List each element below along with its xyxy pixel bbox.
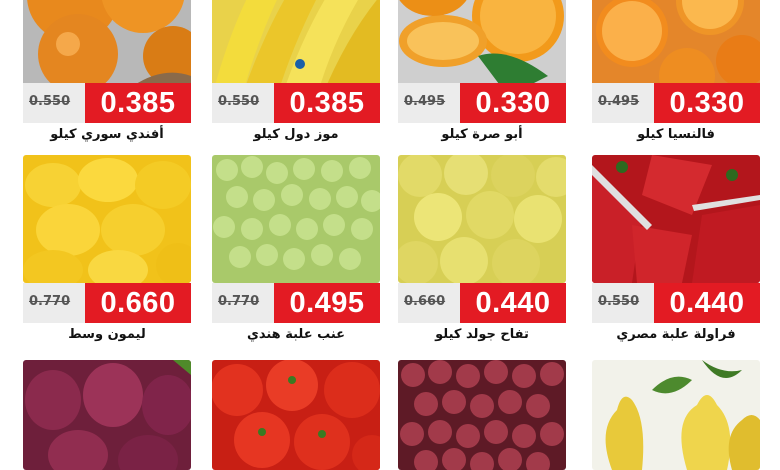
lemon-icon bbox=[23, 155, 191, 283]
product-name: ليمون وسط bbox=[68, 327, 146, 342]
sale-price: 0.330 bbox=[460, 83, 566, 123]
strawberry-icon bbox=[592, 155, 760, 283]
price-bar: 0.660 0.440 bbox=[398, 283, 566, 323]
price-bar: 0.550 0.385 bbox=[212, 83, 380, 123]
sale-price: 0.495 bbox=[274, 283, 380, 323]
valencia-orange-icon bbox=[592, 0, 760, 96]
product-name: فالنسيا كيلو bbox=[637, 127, 715, 142]
golden-apple-icon bbox=[398, 155, 566, 283]
sale-price: 0.330 bbox=[654, 83, 760, 123]
product-name: تفاح جولد كيلو bbox=[435, 327, 529, 342]
product-name: أبو صرة كيلو bbox=[441, 127, 523, 142]
old-price: 0.550 bbox=[598, 294, 640, 309]
sale-price: 0.440 bbox=[460, 283, 566, 323]
product-name: عنب علبة هندي bbox=[246, 327, 346, 342]
old-price: 0.550 bbox=[218, 94, 260, 109]
price-bar: 0.495 0.330 bbox=[398, 83, 566, 123]
pear-icon bbox=[592, 360, 760, 470]
navel-orange-icon bbox=[398, 0, 566, 96]
old-price: 0.770 bbox=[29, 294, 71, 309]
price-bar: 0.770 0.495 bbox=[212, 283, 380, 323]
sale-price: 0.385 bbox=[85, 83, 191, 123]
sale-price: 0.385 bbox=[274, 83, 380, 123]
price-bar: 0.770 0.660 bbox=[23, 283, 191, 323]
red-grapes-icon bbox=[398, 360, 566, 470]
product-name: أفندي سوري كيلو bbox=[50, 127, 164, 142]
grapes-icon bbox=[212, 155, 380, 283]
product-name: موز دول كيلو bbox=[253, 127, 339, 142]
old-price: 0.660 bbox=[404, 294, 446, 309]
old-price: 0.550 bbox=[29, 94, 71, 109]
price-bar: 0.550 0.385 bbox=[23, 83, 191, 123]
price-bar: 0.495 0.330 bbox=[592, 83, 760, 123]
tangerine-icon bbox=[23, 0, 191, 96]
red-onion-icon bbox=[23, 360, 191, 470]
old-price: 0.495 bbox=[598, 94, 640, 109]
banana-icon bbox=[212, 0, 380, 96]
old-price: 0.495 bbox=[404, 94, 446, 109]
sale-price: 0.440 bbox=[654, 283, 760, 323]
product-name: فراولة علبة مصري bbox=[616, 327, 736, 342]
price-bar: 0.550 0.440 bbox=[592, 283, 760, 323]
tomato-icon bbox=[212, 360, 380, 470]
product-grid: 0.550 0.385 أفندي سوري كيلو 0.550 0.385 … bbox=[0, 0, 780, 470]
sale-price: 0.660 bbox=[85, 283, 191, 323]
old-price: 0.770 bbox=[218, 294, 260, 309]
